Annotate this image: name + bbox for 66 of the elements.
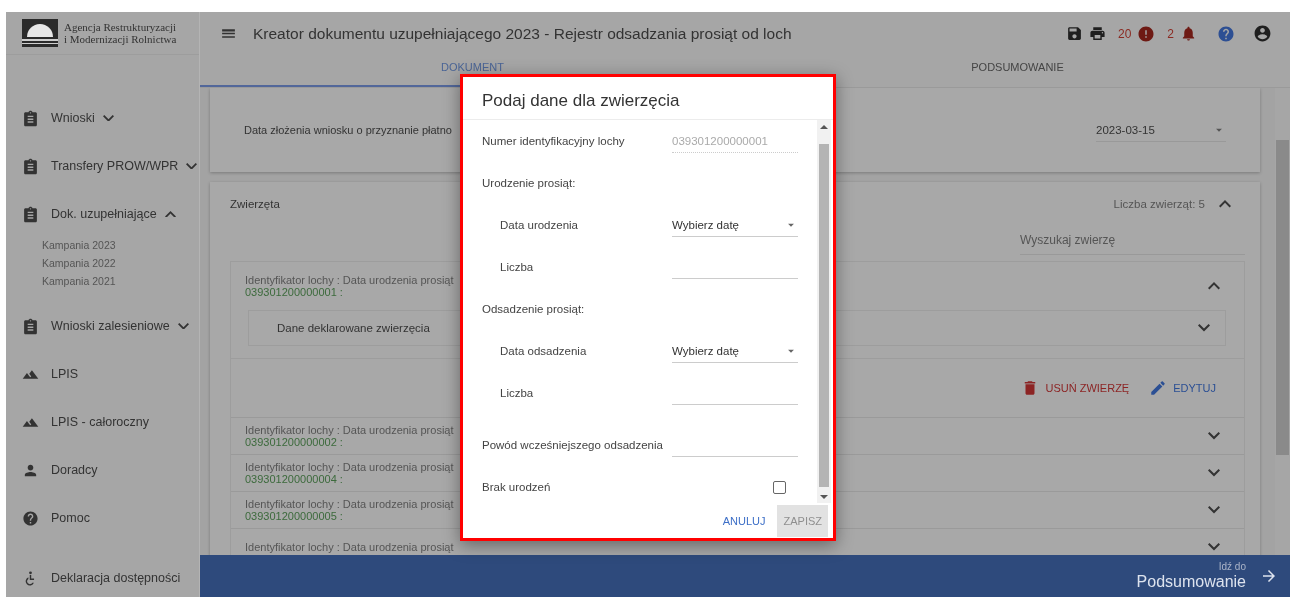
sidebar-item[interactable]: LPIS [6, 350, 199, 398]
date-select[interactable]: Wybierz datę [672, 213, 798, 237]
chevron-icon[interactable] [1208, 506, 1220, 514]
dialog-title: Podaj dane dla zwierzęcia [463, 77, 833, 120]
field-label: Liczba [499, 387, 535, 399]
field-label: Data urodzenia [499, 219, 579, 231]
pencil-icon [1149, 379, 1168, 397]
field-label: Data odsadzenia [499, 345, 588, 357]
sidebar-subitem[interactable]: Kampania 2022 [42, 254, 116, 272]
sidebar-item[interactable]: Dok. uzupełniające [6, 190, 199, 238]
field-label: Numer identyfikacyjny lochy [482, 135, 626, 147]
help-icon [22, 509, 39, 527]
agency-logo [22, 19, 58, 47]
print-button[interactable] [1088, 25, 1106, 42]
search-field[interactable]: Wyszukaj zwierzę [1020, 226, 1245, 255]
animal-row-title[interactable]: Identyfikator lochy : Data urodzenia prosiąt [245, 541, 454, 553]
clipboard-icon [22, 109, 39, 127]
chevron-icon[interactable] [1208, 469, 1220, 477]
dialog-button[interactable]: ANULUJ [716, 504, 772, 537]
notification-count: 2 [1167, 26, 1174, 41]
save-button[interactable] [1065, 25, 1083, 42]
save-icon [1065, 25, 1083, 42]
animal-row-title[interactable]: Identyfikator lochy : Data urodzenia prosiąt 039301200000001 : [245, 274, 454, 298]
chevron-icon[interactable] [1208, 432, 1220, 440]
field-label: Brak urodzeń [482, 481, 552, 493]
chevron-icon[interactable] [1208, 543, 1220, 551]
account-icon[interactable] [1253, 24, 1272, 43]
error-count: 20 [1117, 26, 1132, 41]
sidebar-item[interactable]: Deklaracja dostępności [6, 559, 199, 597]
error-icon[interactable] [1137, 24, 1156, 43]
sidebar-item[interactable]: Wnioski zalesieniowe [6, 302, 199, 350]
delete-button[interactable]: USUŃ ZWIERZĘ [1021, 379, 1130, 397]
agency-name: Agencja Restrukturyzacji i Modernizacji Rolnictwa [64, 21, 177, 45]
clipboard-icon [22, 205, 39, 223]
sidebar-subitem[interactable]: Kampania 2021 [42, 272, 116, 290]
arrow-right-icon [1260, 567, 1278, 585]
sidebar-item[interactable]: Transfery PROW/WPR [6, 142, 199, 190]
scrollbar[interactable] [817, 120, 831, 503]
section-heading: Urodzenie prosiąt: [482, 177, 577, 189]
animal-count: Liczba zwierząt: 5 [1113, 198, 1205, 210]
section-title: Zwierzęta [230, 198, 280, 210]
date-select[interactable]: Wybierz datę [672, 339, 798, 363]
sidebar-item[interactable]: LPIS - całoroczny [6, 398, 199, 446]
sidebar-item[interactable]: Pomoc [6, 494, 199, 542]
printer-icon [1088, 25, 1106, 42]
sidebar-item[interactable]: Wnioski [6, 94, 199, 142]
animal-row-title[interactable]: Identyfikator lochy : Data urodzenia prosiąt 039301200000004 : [245, 461, 454, 485]
chevron-icon[interactable] [1219, 200, 1231, 208]
next-step-button[interactable]: Idź do Podsumowanie [200, 555, 1290, 597]
animal-row-title[interactable]: Identyfikator lochy : Data urodzenia prosiąt 039301200000002 : [245, 424, 454, 448]
sidebar-subitem[interactable]: Kampania 2023 [42, 236, 116, 254]
sidebar-item[interactable]: Doradcy [6, 446, 199, 494]
clipboard-icon [22, 157, 39, 175]
help-icon[interactable] [1217, 24, 1235, 43]
chevron-icon[interactable] [1208, 282, 1220, 290]
page-title: Kreator dokumentu uzupełniającego 2023 - Rejestr odsadzania prosiąt od loch [253, 24, 793, 43]
animal-row-title[interactable]: Identyfikator lochy : Data urodzenia prosiąt 039301200000005 : [245, 498, 454, 522]
section-heading: Odsadzenie prosiąt: [482, 303, 586, 315]
field-label: Liczba [499, 261, 535, 273]
date-select[interactable]: 2023-03-15 [1096, 118, 1226, 142]
clipboard-icon [22, 317, 39, 335]
bell-icon[interactable] [1180, 25, 1197, 42]
checkbox[interactable] [773, 480, 786, 494]
edit-button[interactable]: EDYTUJ [1149, 379, 1216, 397]
field-label: Powód wcześniejszego odsadzenia [482, 439, 664, 451]
field-label: Data złożenia wniosku o przyznanie płatno [244, 124, 452, 136]
